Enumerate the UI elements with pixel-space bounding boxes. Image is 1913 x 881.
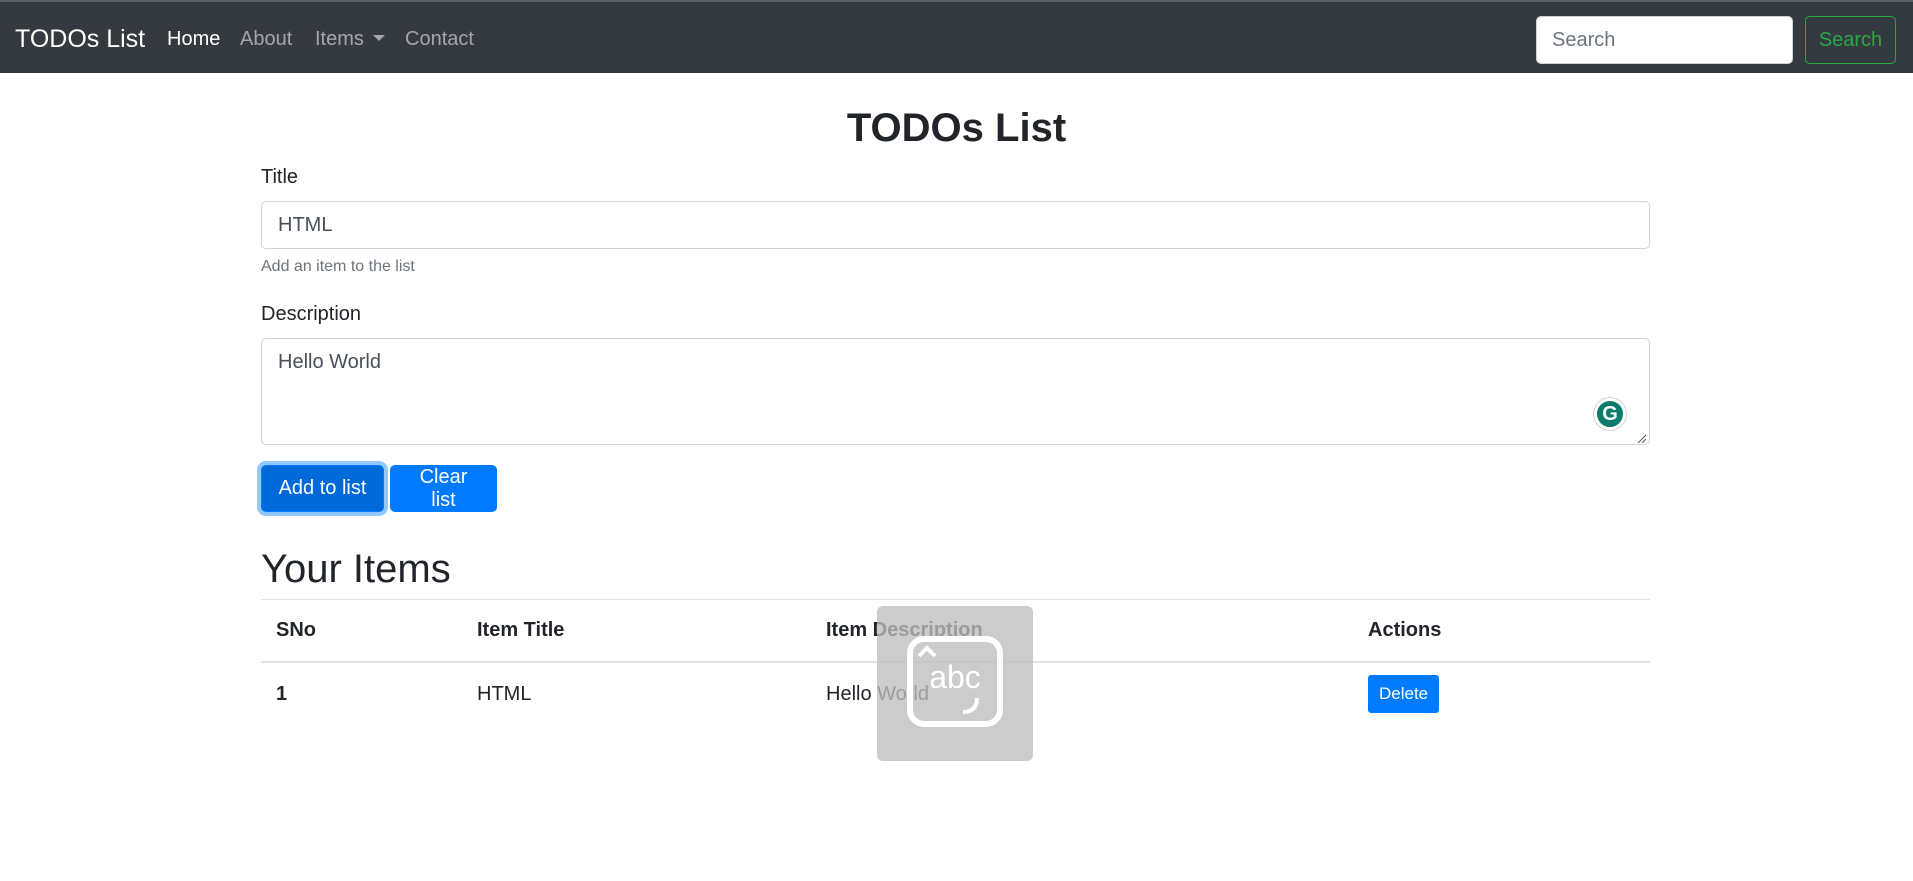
grammarly-icon[interactable]: G	[1594, 398, 1626, 430]
nav-link-about[interactable]: About	[240, 27, 292, 51]
description-textarea[interactable]: Hello World	[261, 338, 1650, 445]
row-sno: 1	[276, 682, 288, 705]
navbar: TODOs List Home About Items Contact Sear…	[0, 0, 1913, 73]
clear-list-button[interactable]: Clear list	[390, 465, 497, 512]
nav-link-items[interactable]: Items	[315, 27, 385, 51]
row-actions: Delete	[1353, 662, 1650, 726]
column-header-sno: SNo	[261, 599, 462, 663]
title-label: Title	[261, 166, 299, 188]
nav-link-home[interactable]: Home	[167, 27, 220, 51]
delete-button[interactable]: Delete	[1368, 675, 1440, 713]
page-title: TODOs List	[846, 106, 1067, 150]
row-title: HTML	[477, 682, 532, 705]
navbar-search-button[interactable]: Search	[1805, 16, 1896, 64]
resize-grip-icon[interactable]	[1636, 433, 1646, 443]
add-to-list-button[interactable]: Add to list	[261, 465, 384, 512]
title-help-text: Add an item to the list	[261, 258, 415, 275]
handwriting-keyboard-icon: abc	[907, 636, 1003, 727]
navbar-search-input[interactable]	[1536, 16, 1793, 64]
description-label: Description	[261, 303, 362, 325]
title-input[interactable]	[261, 201, 1650, 249]
nav-link-contact[interactable]: Contact	[405, 27, 474, 51]
caret-down-icon	[372, 35, 385, 41]
items-section-title: Your Items	[261, 547, 451, 591]
overlay-text: abc	[929, 659, 981, 695]
handwriting-keyboard-overlay[interactable]: abc	[877, 606, 1033, 761]
column-header-item-title: Item Title	[462, 599, 811, 663]
navbar-brand[interactable]: TODOs List	[15, 24, 145, 54]
column-header-actions: Actions	[1353, 599, 1650, 663]
nav-link-items-label: Items	[315, 28, 364, 50]
